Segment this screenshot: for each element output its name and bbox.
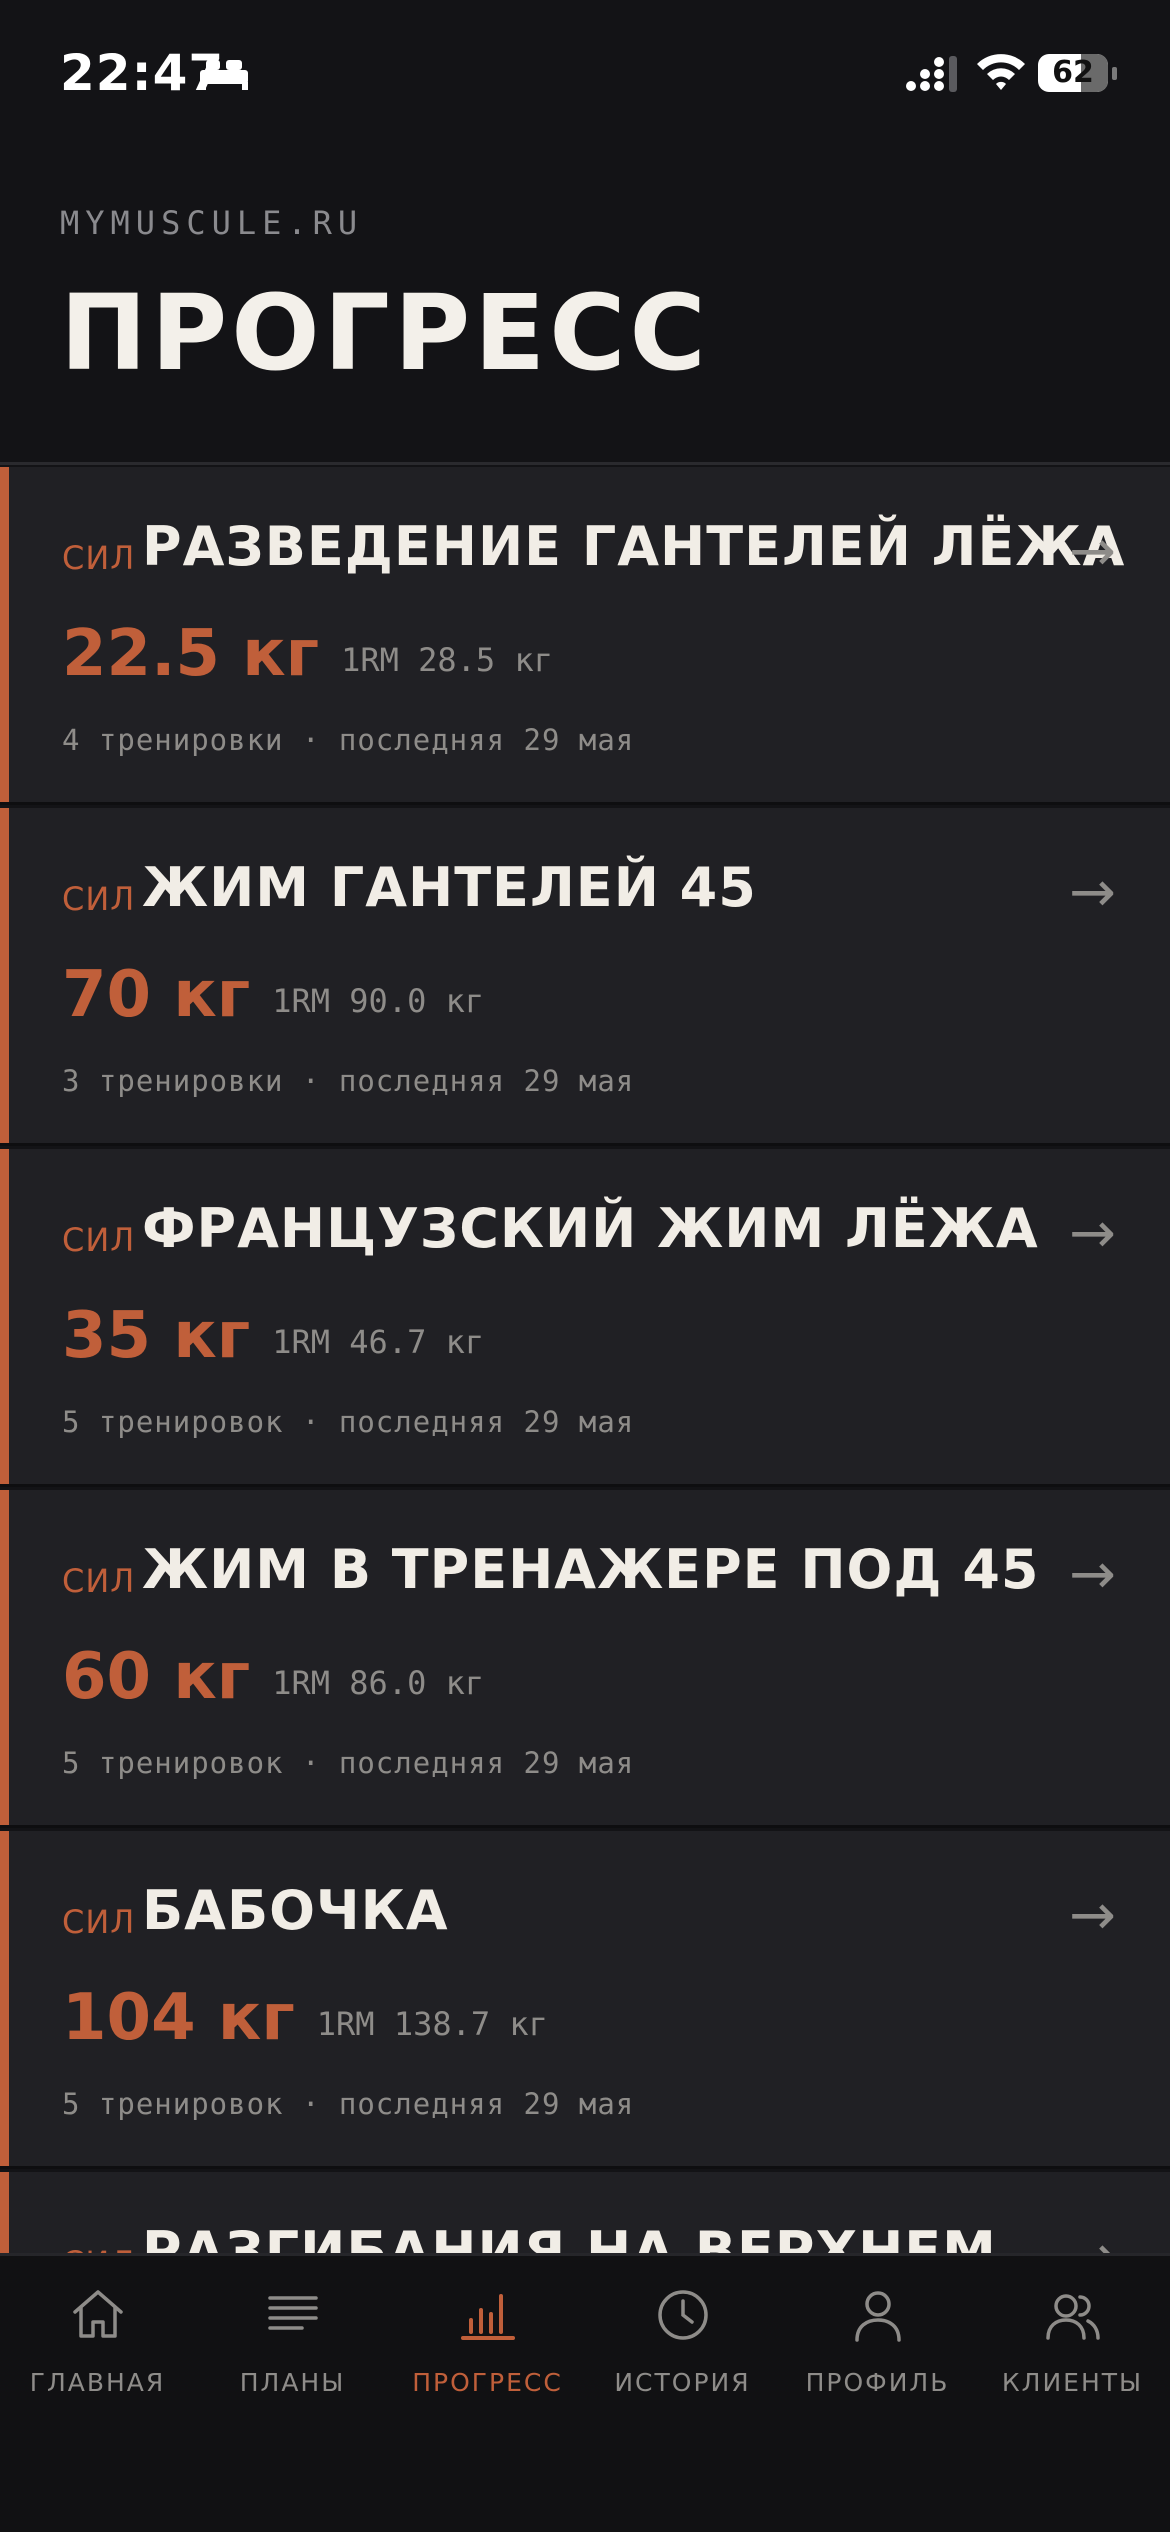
exercise-weight-row: 104 кг 1RM 138.7 кг xyxy=(62,1981,548,2055)
exercise-name: БАБОЧКА xyxy=(142,1879,449,1942)
exercise-weight-row: 60 кг 1RM 86.0 кг xyxy=(62,1640,484,1714)
exercise-card[interactable]: СИЛ ЖИМ ГАНТЕЛЕЙ 45 → 70 кг 1RM 90.0 кг 3… xyxy=(0,808,1170,1146)
exercise-meta: 5 тренировок · последняя 29 мая xyxy=(62,1746,635,1780)
arrow-right-icon[interactable]: → xyxy=(1069,2224,1116,2253)
exercise-meta: 5 тренировок · последняя 29 мая xyxy=(62,1405,635,1439)
status-bar: 22:47 62 xyxy=(0,0,1170,150)
brand-label: MYMUSCULE.RU xyxy=(60,204,364,242)
exercise-name: РАЗВЕДЕНИЕ ГАНТЕЛЕЙ ЛЁЖА xyxy=(142,515,1126,578)
exercise-tag: СИЛ xyxy=(62,1562,136,1600)
bar-chart-icon xyxy=(460,2294,515,2340)
tab-label: ИСТОРИЯ xyxy=(614,2368,751,2397)
exercise-card[interactable]: СИЛ БАБОЧКА → 104 кг 1RM 138.7 кг 5 трени… xyxy=(0,1831,1170,2169)
battery-percent: 62 xyxy=(1052,55,1094,90)
exercise-weight-row: 35 кг 1RM 46.7 кг xyxy=(62,1299,484,1373)
exercise-card[interactable]: СИЛ ФРАНЦУЗСКИЙ ЖИМ ЛЁЖА → 35 кг 1RM 46.7… xyxy=(0,1149,1170,1487)
tab-profile[interactable]: ПРОФИЛЬ xyxy=(780,2284,975,2434)
exercise-name: ЖИМ В ТРЕНАЖЕРЕ ПОД 45 xyxy=(142,1538,1040,1601)
card-accent-bar xyxy=(0,1831,9,2166)
home-icon xyxy=(72,2290,123,2338)
exercise-tag: СИЛ xyxy=(62,2244,135,2253)
exercise-name: ФРАНЦУЗСКИЙ ЖИМ ЛЁЖА xyxy=(142,1197,1039,1260)
exercise-weight: 22.5 кг xyxy=(62,617,320,691)
exercise-1rm: 1RM 28.5 кг xyxy=(341,641,553,679)
list-icon xyxy=(267,2296,318,2330)
tab-history[interactable]: ИСТОРИЯ xyxy=(585,2284,780,2434)
exercise-card[interactable]: СИЛ РАЗВЕДЕНИЕ ГАНТЕЛЕЙ ЛЁЖА → 22.5 кг 1R… xyxy=(0,467,1170,805)
card-accent-bar xyxy=(0,1490,9,1825)
wifi-icon xyxy=(977,54,1025,90)
users-icon xyxy=(1045,2294,1100,2340)
exercise-name: ЖИМ ГАНТЕЛЕЙ 45 xyxy=(142,856,757,919)
exercise-weight: 35 кг xyxy=(62,1299,251,1373)
exercise-name: РАЗГИБАНИЯ НА ВЕРХНЕМ xyxy=(142,2220,997,2253)
card-accent-bar xyxy=(0,808,9,1143)
battery-indicator: 62 xyxy=(1038,54,1118,94)
exercise-list: СИЛ РАЗВЕДЕНИЕ ГАНТЕЛЕЙ ЛЁЖА → 22.5 кг 1R… xyxy=(0,467,1170,2253)
tab-label: КЛИЕНТЫ xyxy=(1001,2368,1144,2397)
card-accent-bar xyxy=(0,2172,9,2253)
exercise-meta: 4 тренировки · последняя 29 мая xyxy=(62,723,635,757)
page-title: ПРОГРЕСС xyxy=(60,272,710,394)
exercise-tag: СИЛ xyxy=(62,1221,136,1259)
arrow-right-icon[interactable]: → xyxy=(1069,1201,1116,1266)
user-icon xyxy=(854,2291,901,2342)
clock-icon xyxy=(657,2290,708,2340)
tab-progress[interactable]: ПРОГРЕСС xyxy=(390,2284,585,2434)
tab-plans[interactable]: ПЛАНЫ xyxy=(195,2284,390,2434)
cellular-signal-icon xyxy=(906,56,957,92)
exercise-tag: СИЛ xyxy=(62,880,136,918)
exercise-1rm: 1RM 86.0 кг xyxy=(272,1664,485,1702)
exercise-1rm: 1RM 46.7 кг xyxy=(272,1323,485,1361)
card-accent-bar xyxy=(0,1149,9,1484)
tab-label: ГЛАВНАЯ xyxy=(29,2368,166,2397)
arrow-right-icon[interactable]: → xyxy=(1069,860,1116,925)
arrow-right-icon[interactable]: → xyxy=(1069,1883,1116,1948)
tab-label: ПРОГРЕСС xyxy=(412,2368,563,2397)
exercise-1rm: 1RM 90.0 кг xyxy=(272,982,485,1020)
exercise-meta: 5 тренировок · последняя 29 мая xyxy=(62,2087,635,2121)
exercise-weight: 104 кг xyxy=(62,1981,295,2055)
exercise-card[interactable]: СИЛ ЖИМ В ТРЕНАЖЕРЕ ПОД 45 → 60 кг 1RM 86… xyxy=(0,1490,1170,1828)
arrow-right-icon[interactable]: → xyxy=(1069,1542,1116,1607)
header-divider xyxy=(0,462,1170,465)
exercise-weight: 60 кг xyxy=(62,1640,251,1714)
exercise-card[interactable]: СИЛ РАЗГИБАНИЯ НА ВЕРХНЕМ → xyxy=(0,2172,1170,2253)
tab-label: ПЛАНЫ xyxy=(239,2368,346,2397)
exercise-1rm: 1RM 138.7 кг xyxy=(316,2005,548,2043)
bottom-tab-bar: ГЛАВНАЯ ПЛАНЫ ПРОГРЕСС ИСТОРИЯ ПРОФИЛЬ К… xyxy=(0,2253,1170,2532)
exercise-meta: 3 тренировки · последняя 29 мая xyxy=(62,1064,635,1098)
exercise-weight: 70 кг xyxy=(62,958,251,1032)
exercise-tag: СИЛ xyxy=(62,1903,136,1941)
exercise-weight-row: 22.5 кг 1RM 28.5 кг xyxy=(62,617,553,691)
exercise-tag: СИЛ xyxy=(62,539,136,577)
tab-home[interactable]: ГЛАВНАЯ xyxy=(0,2284,195,2434)
sleep-mode-icon xyxy=(200,60,248,90)
exercise-weight-row: 70 кг 1RM 90.0 кг xyxy=(62,958,484,1032)
tab-label: ПРОФИЛЬ xyxy=(805,2368,950,2397)
card-accent-bar xyxy=(0,467,9,802)
tab-clients[interactable]: КЛИЕНТЫ xyxy=(975,2284,1170,2434)
arrow-right-icon[interactable]: → xyxy=(1069,519,1116,584)
